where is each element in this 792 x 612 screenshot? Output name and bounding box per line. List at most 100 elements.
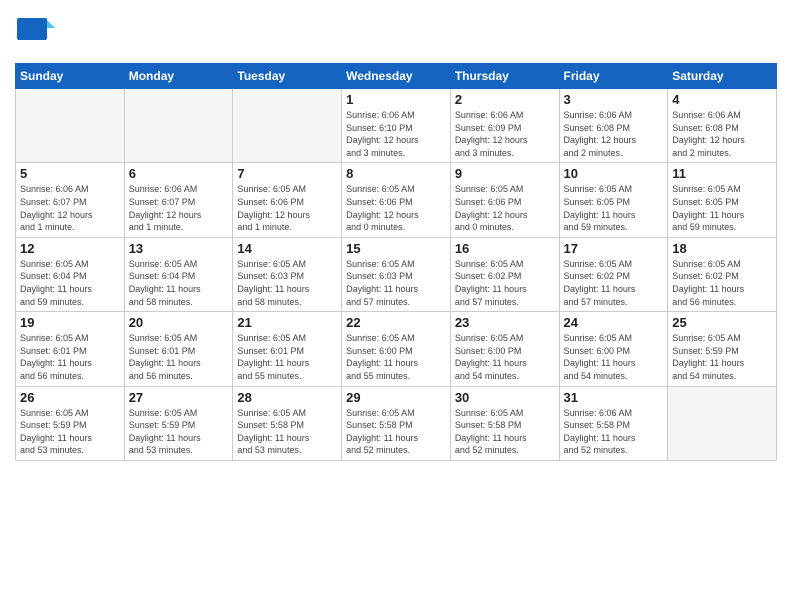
day-info: Sunrise: 6:05 AM Sunset: 6:00 PM Dayligh… [564, 332, 664, 382]
header [15, 10, 777, 55]
calendar-cell: 22 Sunrise: 6:05 AM Sunset: 6:00 PM Dayli… [342, 312, 451, 386]
day-number: 8 [346, 166, 446, 181]
day-info: Sunrise: 6:05 AM Sunset: 6:06 PM Dayligh… [346, 183, 446, 233]
calendar-cell: 30 Sunrise: 6:05 AM Sunset: 5:58 PM Dayli… [450, 386, 559, 460]
week-row-2: 5 Sunrise: 6:06 AM Sunset: 6:07 PM Daylig… [16, 163, 777, 237]
day-number: 7 [237, 166, 337, 181]
day-number: 19 [20, 315, 120, 330]
day-number: 24 [564, 315, 664, 330]
day-info: Sunrise: 6:05 AM Sunset: 5:58 PM Dayligh… [237, 407, 337, 457]
calendar-cell [16, 89, 125, 163]
header-row: SundayMondayTuesdayWednesdayThursdayFrid… [16, 64, 777, 89]
day-number: 25 [672, 315, 772, 330]
day-number: 29 [346, 390, 446, 405]
day-header-tuesday: Tuesday [233, 64, 342, 89]
week-row-4: 19 Sunrise: 6:05 AM Sunset: 6:01 PM Dayli… [16, 312, 777, 386]
calendar-cell: 16Sunrise: 6:05 AM Sunset: 6:02 PM Dayli… [450, 237, 559, 311]
day-number: 13 [129, 241, 229, 256]
day-info: Sunrise: 6:05 AM Sunset: 6:04 PM Dayligh… [129, 258, 229, 308]
day-info: Sunrise: 6:06 AM Sunset: 6:07 PM Dayligh… [20, 183, 120, 233]
day-number: 2 [455, 92, 555, 107]
day-info: Sunrise: 6:05 AM Sunset: 5:59 PM Dayligh… [672, 332, 772, 382]
day-info: Sunrise: 6:06 AM Sunset: 6:10 PM Dayligh… [346, 109, 446, 159]
day-number: 20 [129, 315, 229, 330]
day-number: 28 [237, 390, 337, 405]
day-info: Sunrise: 6:05 AM Sunset: 6:03 PM Dayligh… [346, 258, 446, 308]
calendar-cell: 20 Sunrise: 6:05 AM Sunset: 6:01 PM Dayli… [124, 312, 233, 386]
calendar-cell: 5 Sunrise: 6:06 AM Sunset: 6:07 PM Daylig… [16, 163, 125, 237]
day-number: 26 [20, 390, 120, 405]
calendar-cell: 12Sunrise: 6:05 AM Sunset: 6:04 PM Dayli… [16, 237, 125, 311]
calendar-cell: 4Sunrise: 6:06 AM Sunset: 6:08 PM Daylig… [668, 89, 777, 163]
calendar-cell: 11Sunrise: 6:05 AM Sunset: 6:05 PM Dayli… [668, 163, 777, 237]
day-header-wednesday: Wednesday [342, 64, 451, 89]
day-header-thursday: Thursday [450, 64, 559, 89]
calendar-cell: 17 Sunrise: 6:05 AM Sunset: 6:02 PM Dayli… [559, 237, 668, 311]
calendar-cell: 28 Sunrise: 6:05 AM Sunset: 5:58 PM Dayli… [233, 386, 342, 460]
day-number: 10 [564, 166, 664, 181]
day-number: 18 [672, 241, 772, 256]
day-info: Sunrise: 6:05 AM Sunset: 5:58 PM Dayligh… [455, 407, 555, 457]
day-number: 11 [672, 166, 772, 181]
calendar-table: SundayMondayTuesdayWednesdayThursdayFrid… [15, 63, 777, 461]
day-number: 3 [564, 92, 664, 107]
day-info: Sunrise: 6:05 AM Sunset: 6:06 PM Dayligh… [237, 183, 337, 233]
calendar-cell: 9 Sunrise: 6:05 AM Sunset: 6:06 PM Daylig… [450, 163, 559, 237]
calendar-cell: 15 Sunrise: 6:05 AM Sunset: 6:03 PM Dayli… [342, 237, 451, 311]
calendar-cell: 19 Sunrise: 6:05 AM Sunset: 6:01 PM Dayli… [16, 312, 125, 386]
calendar-cell: 21 Sunrise: 6:05 AM Sunset: 6:01 PM Dayli… [233, 312, 342, 386]
calendar-cell: 27 Sunrise: 6:05 AM Sunset: 5:59 PM Dayli… [124, 386, 233, 460]
calendar-cell: 8 Sunrise: 6:05 AM Sunset: 6:06 PM Daylig… [342, 163, 451, 237]
page: SundayMondayTuesdayWednesdayThursdayFrid… [0, 0, 792, 612]
day-info: Sunrise: 6:05 AM Sunset: 6:03 PM Dayligh… [237, 258, 337, 308]
calendar-cell: 26 Sunrise: 6:05 AM Sunset: 5:59 PM Dayli… [16, 386, 125, 460]
day-number: 1 [346, 92, 446, 107]
day-info: Sunrise: 6:06 AM Sunset: 6:07 PM Dayligh… [129, 183, 229, 233]
day-number: 21 [237, 315, 337, 330]
day-number: 31 [564, 390, 664, 405]
day-info: Sunrise: 6:05 AM Sunset: 6:06 PM Dayligh… [455, 183, 555, 233]
calendar-cell: 3 Sunrise: 6:06 AM Sunset: 6:08 PM Daylig… [559, 89, 668, 163]
day-header-sunday: Sunday [16, 64, 125, 89]
day-number: 16 [455, 241, 555, 256]
calendar-cell: 18 Sunrise: 6:05 AM Sunset: 6:02 PM Dayli… [668, 237, 777, 311]
day-info: Sunrise: 6:05 AM Sunset: 6:01 PM Dayligh… [20, 332, 120, 382]
day-number: 9 [455, 166, 555, 181]
day-header-saturday: Saturday [668, 64, 777, 89]
day-number: 27 [129, 390, 229, 405]
day-info: Sunrise: 6:05 AM Sunset: 6:01 PM Dayligh… [237, 332, 337, 382]
day-info: Sunrise: 6:05 AM Sunset: 6:01 PM Dayligh… [129, 332, 229, 382]
logo-icon [15, 10, 55, 50]
day-info: Sunrise: 6:05 AM Sunset: 6:04 PM Dayligh… [20, 258, 120, 308]
day-info: Sunrise: 6:06 AM Sunset: 6:08 PM Dayligh… [564, 109, 664, 159]
calendar-cell [124, 89, 233, 163]
calendar-cell: 10Sunrise: 6:05 AM Sunset: 6:05 PM Dayli… [559, 163, 668, 237]
calendar-cell [233, 89, 342, 163]
calendar-cell: 2 Sunrise: 6:06 AM Sunset: 6:09 PM Daylig… [450, 89, 559, 163]
day-info: Sunrise: 6:05 AM Sunset: 6:02 PM Dayligh… [564, 258, 664, 308]
calendar-cell: 1 Sunrise: 6:06 AM Sunset: 6:10 PM Daylig… [342, 89, 451, 163]
calendar-cell: 24 Sunrise: 6:05 AM Sunset: 6:00 PM Dayli… [559, 312, 668, 386]
day-number: 4 [672, 92, 772, 107]
day-info: Sunrise: 6:05 AM Sunset: 6:00 PM Dayligh… [346, 332, 446, 382]
day-number: 5 [20, 166, 120, 181]
day-info: Sunrise: 6:06 AM Sunset: 6:09 PM Dayligh… [455, 109, 555, 159]
calendar-header: SundayMondayTuesdayWednesdayThursdayFrid… [16, 64, 777, 89]
calendar-cell: 31 Sunrise: 6:06 AM Sunset: 5:58 PM Dayli… [559, 386, 668, 460]
day-info: Sunrise: 6:05 AM Sunset: 6:02 PM Dayligh… [672, 258, 772, 308]
week-row-1: 1 Sunrise: 6:06 AM Sunset: 6:10 PM Daylig… [16, 89, 777, 163]
logo [15, 10, 59, 55]
day-number: 23 [455, 315, 555, 330]
day-info: Sunrise: 6:05 AM Sunset: 5:59 PM Dayligh… [20, 407, 120, 457]
calendar-cell: 23Sunrise: 6:05 AM Sunset: 6:00 PM Dayli… [450, 312, 559, 386]
day-info: Sunrise: 6:05 AM Sunset: 5:59 PM Dayligh… [129, 407, 229, 457]
day-info: Sunrise: 6:06 AM Sunset: 5:58 PM Dayligh… [564, 407, 664, 457]
calendar-cell: 13 Sunrise: 6:05 AM Sunset: 6:04 PM Dayli… [124, 237, 233, 311]
calendar-cell: 6Sunrise: 6:06 AM Sunset: 6:07 PM Daylig… [124, 163, 233, 237]
day-number: 17 [564, 241, 664, 256]
day-number: 22 [346, 315, 446, 330]
day-number: 15 [346, 241, 446, 256]
day-number: 30 [455, 390, 555, 405]
week-row-5: 26 Sunrise: 6:05 AM Sunset: 5:59 PM Dayli… [16, 386, 777, 460]
day-info: Sunrise: 6:05 AM Sunset: 5:58 PM Dayligh… [346, 407, 446, 457]
